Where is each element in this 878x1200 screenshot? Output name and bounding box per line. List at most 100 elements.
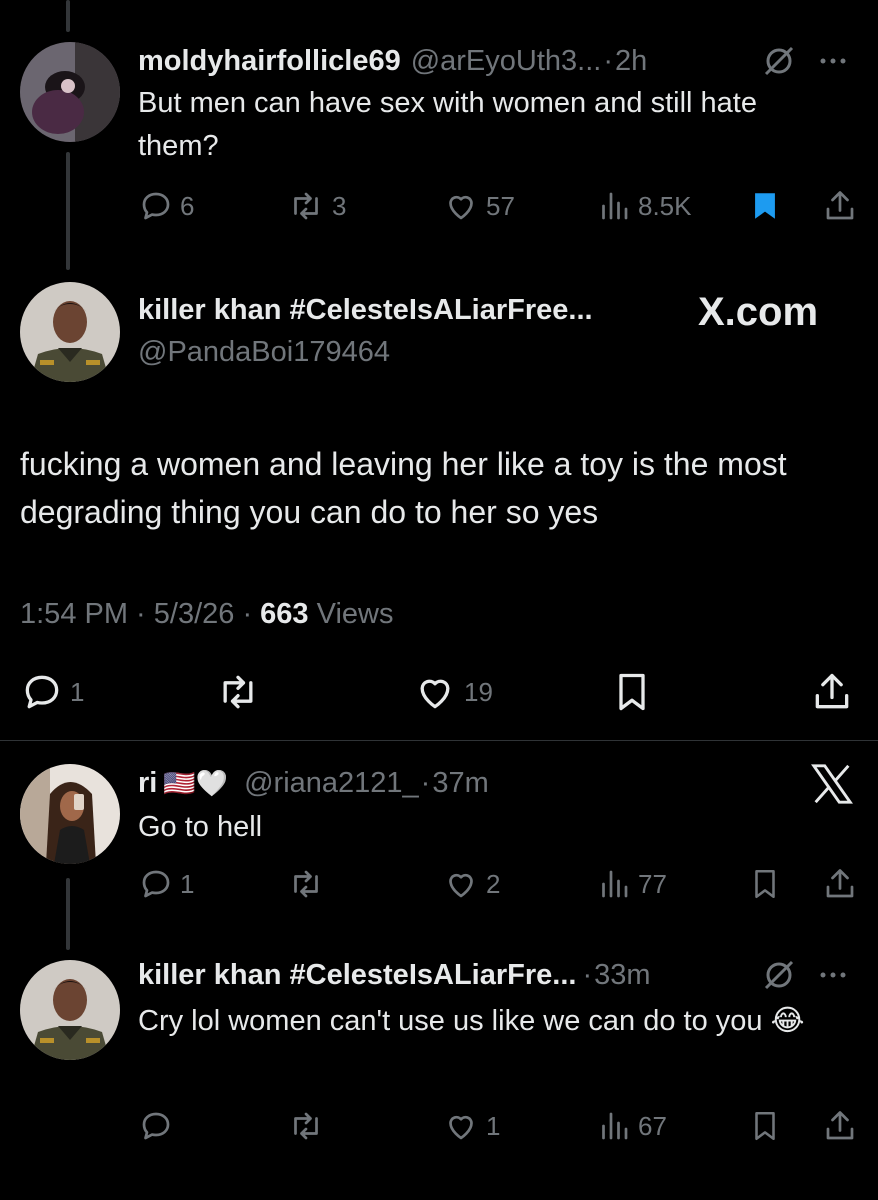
like-button[interactable]: 57 — [442, 186, 515, 226]
analytics-icon — [602, 192, 628, 220]
thread-line-top — [66, 0, 70, 32]
tweet1-author-handle[interactable]: @arEyoUth3... — [411, 44, 602, 78]
heart-icon — [420, 679, 450, 709]
tweet4-time[interactable]: 33m — [594, 958, 650, 992]
tweet3-actions: 1 2 77 — [138, 864, 860, 904]
avatar-killer-khan[interactable] — [20, 282, 120, 382]
muted-conversation-icon[interactable] — [762, 958, 796, 992]
x-logo-icon[interactable] — [810, 764, 854, 804]
avatar-moldyhairfollicle[interactable] — [20, 42, 120, 142]
share-button[interactable] — [822, 186, 858, 226]
main-share-button[interactable] — [810, 670, 854, 714]
like-count: 57 — [486, 190, 515, 221]
repost-icon — [294, 192, 318, 220]
repost-button[interactable] — [286, 864, 326, 904]
analytics-icon — [602, 870, 628, 898]
tweet1-text: But men can have sex with women and stil… — [138, 87, 757, 162]
tweet3-author-handle[interactable]: @riana2121_ — [244, 766, 419, 800]
repost-icon — [223, 675, 253, 709]
reply-button[interactable]: 6 — [138, 186, 194, 226]
views-button[interactable]: 77 — [596, 864, 667, 904]
tweet3-author-name[interactable]: ri — [138, 766, 157, 800]
tweet4-author-name[interactable]: killer khan #CelesteIsALiarFre... — [138, 958, 576, 992]
avatar-ri[interactable] — [20, 764, 120, 864]
main-author-handle[interactable]: @PandaBoi179464 — [138, 336, 390, 369]
x-com-watermark: X.com — [698, 290, 819, 334]
main-author-name[interactable]: killer khan #CelesteIsALiarFree... — [138, 294, 593, 327]
separator-dot: · — [582, 959, 593, 991]
share-icon — [815, 673, 849, 709]
main-like-count: 19 — [464, 676, 493, 707]
main-bookmark-button[interactable] — [610, 670, 654, 714]
share-icon — [826, 869, 854, 898]
muted-conversation-icon[interactable] — [762, 44, 796, 78]
tweet4-text: Cry lol women can't use us like we can d… — [138, 1005, 805, 1037]
separator-dot: · — [603, 45, 613, 77]
more-options-icon[interactable] — [816, 958, 850, 992]
main-tweet-actions: 1 19 — [20, 670, 860, 714]
views-button[interactable]: 8.5K — [596, 186, 692, 226]
like-count: 1 — [486, 1110, 501, 1141]
main-views-count: 663 — [260, 598, 309, 630]
main-like-button[interactable]: 19 — [412, 670, 493, 714]
reply-button[interactable] — [138, 1106, 174, 1146]
heart-icon — [449, 1115, 473, 1140]
thread-line-3 — [66, 878, 70, 950]
tweet3-name-emoji: 🇺🇸🤍 — [163, 768, 229, 798]
reply-button[interactable]: 1 — [138, 864, 194, 904]
tweet1-author-name[interactable]: moldyhairfollicle69 — [138, 44, 401, 78]
tweet1-corner-icons — [762, 44, 850, 78]
divider — [0, 740, 878, 741]
main-reply-count: 1 — [70, 676, 85, 707]
tweet1-actions: 6 3 57 8.5K — [138, 186, 860, 226]
bookmark-button[interactable] — [748, 864, 782, 904]
main-tweet-meta: 1:54 PM · 5/3/26 · 663 Views — [20, 598, 393, 631]
heart-icon — [449, 195, 473, 220]
tweet3-header: ri 🇺🇸🤍 @riana2121_ · 37m — [138, 766, 489, 800]
repost-button[interactable]: 3 — [286, 186, 346, 226]
like-button[interactable]: 2 — [442, 864, 500, 904]
avatar-killer-khan-reply[interactable] — [20, 960, 120, 1060]
main-reply-button[interactable]: 1 — [20, 670, 84, 714]
repost-button[interactable] — [286, 1106, 326, 1146]
views-count: 77 — [638, 868, 667, 899]
bookmark-icon — [755, 869, 775, 899]
reply-icon — [25, 675, 59, 709]
share-icon — [826, 1111, 854, 1140]
bookmark-filled-icon — [755, 193, 775, 219]
like-count: 2 — [486, 868, 501, 899]
separator-dot: · — [420, 767, 431, 799]
main-repost-button[interactable] — [214, 670, 262, 714]
repost-icon — [294, 870, 318, 898]
bookmark-button[interactable] — [748, 186, 782, 226]
tweet4-corner-icons — [762, 958, 850, 992]
bookmark-icon — [755, 1111, 775, 1141]
views-button[interactable]: 67 — [596, 1106, 667, 1146]
bookmark-button[interactable] — [748, 1106, 782, 1146]
tweet4-header: killer khan #CelesteIsALiarFre... · 33m — [138, 958, 651, 992]
reply-count: 6 — [180, 190, 195, 221]
repost-icon — [294, 1112, 318, 1140]
reply-icon — [142, 192, 170, 220]
thread-line-1 — [66, 152, 70, 270]
reply-icon — [142, 1112, 170, 1140]
heart-icon — [449, 873, 473, 898]
tweet3-time[interactable]: 37m — [432, 766, 488, 800]
share-button[interactable] — [822, 1106, 858, 1146]
bookmark-icon — [619, 673, 645, 711]
views-count: 67 — [638, 1110, 667, 1141]
tweet1-header: moldyhairfollicle69 @arEyoUth3... · 2h — [138, 44, 647, 78]
main-tweet-text: fucking a women and leaving her like a t… — [20, 446, 787, 530]
views-count: 8.5K — [638, 190, 692, 221]
tweet1-time[interactable]: 2h — [615, 44, 647, 78]
share-icon — [826, 191, 854, 220]
tweet3-corner-icons — [810, 764, 854, 804]
share-button[interactable] — [822, 864, 858, 904]
repost-count: 3 — [332, 190, 347, 221]
reply-count: 1 — [180, 868, 195, 899]
tweet3-text: Go to hell — [138, 811, 263, 843]
like-button[interactable]: 1 — [442, 1106, 500, 1146]
main-timestamp[interactable]: 1:54 PM · 5/3/26 · — [20, 598, 260, 630]
more-options-icon[interactable] — [816, 44, 850, 78]
analytics-icon — [602, 1112, 628, 1140]
